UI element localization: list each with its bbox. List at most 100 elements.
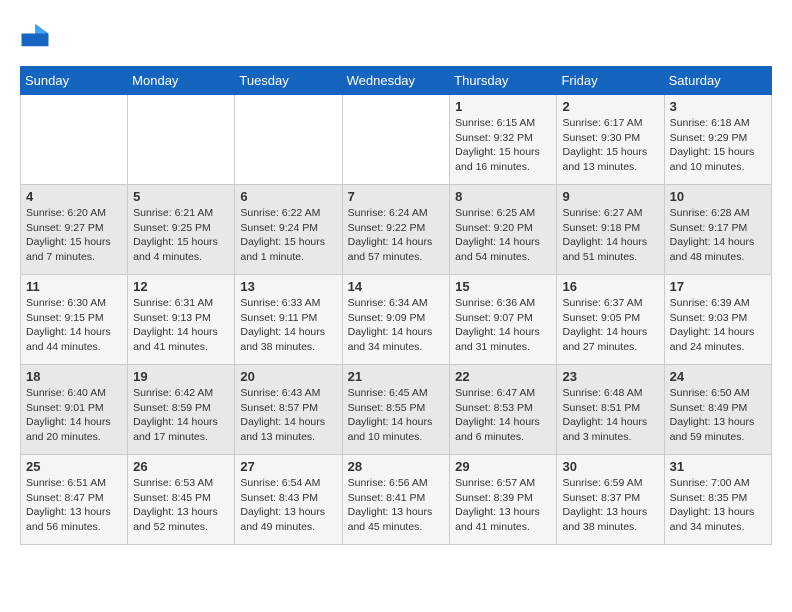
day-info: Sunrise: 6:18 AMSunset: 9:29 PMDaylight:… bbox=[670, 116, 766, 175]
day-of-week-header: Friday bbox=[557, 67, 664, 95]
day-of-week-header: Tuesday bbox=[235, 67, 342, 95]
day-info: Sunrise: 6:56 AMSunset: 8:41 PMDaylight:… bbox=[348, 476, 445, 535]
day-of-week-header: Monday bbox=[128, 67, 235, 95]
day-number: 22 bbox=[455, 369, 551, 384]
day-info: Sunrise: 6:27 AMSunset: 9:18 PMDaylight:… bbox=[562, 206, 658, 265]
day-number: 13 bbox=[240, 279, 336, 294]
day-number: 3 bbox=[670, 99, 766, 114]
day-info: Sunrise: 6:30 AMSunset: 9:15 PMDaylight:… bbox=[26, 296, 122, 355]
calendar-cell: 28 Sunrise: 6:56 AMSunset: 8:41 PMDayligh… bbox=[342, 455, 450, 545]
calendar-cell: 13 Sunrise: 6:33 AMSunset: 9:11 PMDayligh… bbox=[235, 275, 342, 365]
calendar-cell: 15 Sunrise: 6:36 AMSunset: 9:07 PMDayligh… bbox=[450, 275, 557, 365]
calendar-week-row: 25 Sunrise: 6:51 AMSunset: 8:47 PMDayligh… bbox=[21, 455, 772, 545]
calendar-cell: 6Sunrise: 6:22 AMSunset: 9:24 PMDaylight… bbox=[235, 185, 342, 275]
day-info: Sunrise: 6:47 AMSunset: 8:53 PMDaylight:… bbox=[455, 386, 551, 445]
calendar-cell: 24Sunrise: 6:50 AMSunset: 8:49 PMDayligh… bbox=[664, 365, 771, 455]
calendar-cell: 20 Sunrise: 6:43 AMSunset: 8:57 PMDayligh… bbox=[235, 365, 342, 455]
calendar-cell: 25 Sunrise: 6:51 AMSunset: 8:47 PMDayligh… bbox=[21, 455, 128, 545]
calendar-cell: 7 Sunrise: 6:24 AMSunset: 9:22 PMDaylight… bbox=[342, 185, 450, 275]
day-number: 4 bbox=[26, 189, 122, 204]
day-info: Sunrise: 6:37 AMSunset: 9:05 PMDaylight:… bbox=[562, 296, 658, 355]
day-number: 20 bbox=[240, 369, 336, 384]
calendar-cell: 22 Sunrise: 6:47 AMSunset: 8:53 PMDayligh… bbox=[450, 365, 557, 455]
day-number: 7 bbox=[348, 189, 445, 204]
calendar-cell: 23Sunrise: 6:48 AMSunset: 8:51 PMDayligh… bbox=[557, 365, 664, 455]
day-info: Sunrise: 6:15 AMSunset: 9:32 PMDaylight:… bbox=[455, 116, 551, 175]
day-number: 25 bbox=[26, 459, 122, 474]
calendar-cell: 1 Sunrise: 6:15 AMSunset: 9:32 PMDaylight… bbox=[450, 95, 557, 185]
calendar-cell: 17Sunrise: 6:39 AMSunset: 9:03 PMDayligh… bbox=[664, 275, 771, 365]
day-number: 24 bbox=[670, 369, 766, 384]
day-info: Sunrise: 6:54 AMSunset: 8:43 PMDaylight:… bbox=[240, 476, 336, 535]
calendar-cell: 2Sunrise: 6:17 AMSunset: 9:30 PMDaylight… bbox=[557, 95, 664, 185]
day-info: Sunrise: 6:20 AMSunset: 9:27 PMDaylight:… bbox=[26, 206, 122, 265]
calendar-cell: 8 Sunrise: 6:25 AMSunset: 9:20 PMDaylight… bbox=[450, 185, 557, 275]
day-number: 14 bbox=[348, 279, 445, 294]
day-number: 9 bbox=[562, 189, 658, 204]
day-of-week-header: Saturday bbox=[664, 67, 771, 95]
day-of-week-header: Thursday bbox=[450, 67, 557, 95]
day-info: Sunrise: 6:59 AMSunset: 8:37 PMDaylight:… bbox=[562, 476, 658, 535]
day-info: Sunrise: 6:51 AMSunset: 8:47 PMDaylight:… bbox=[26, 476, 122, 535]
calendar-cell: 30Sunrise: 6:59 AMSunset: 8:37 PMDayligh… bbox=[557, 455, 664, 545]
day-info: Sunrise: 6:45 AMSunset: 8:55 PMDaylight:… bbox=[348, 386, 445, 445]
day-info: Sunrise: 6:39 AMSunset: 9:03 PMDaylight:… bbox=[670, 296, 766, 355]
day-of-week-header: Wednesday bbox=[342, 67, 450, 95]
calendar-cell: 12 Sunrise: 6:31 AMSunset: 9:13 PMDayligh… bbox=[128, 275, 235, 365]
day-info: Sunrise: 6:25 AMSunset: 9:20 PMDaylight:… bbox=[455, 206, 551, 265]
day-info: Sunrise: 6:33 AMSunset: 9:11 PMDaylight:… bbox=[240, 296, 336, 355]
day-number: 26 bbox=[133, 459, 229, 474]
day-info: Sunrise: 6:57 AMSunset: 8:39 PMDaylight:… bbox=[455, 476, 551, 535]
day-number: 28 bbox=[348, 459, 445, 474]
calendar-cell: 26 Sunrise: 6:53 AMSunset: 8:45 PMDayligh… bbox=[128, 455, 235, 545]
calendar-cell bbox=[235, 95, 342, 185]
calendar-cell: 18 Sunrise: 6:40 AMSunset: 9:01 PMDayligh… bbox=[21, 365, 128, 455]
day-info: Sunrise: 6:21 AMSunset: 9:25 PMDaylight:… bbox=[133, 206, 229, 265]
day-number: 15 bbox=[455, 279, 551, 294]
calendar-cell bbox=[342, 95, 450, 185]
calendar-cell: 5Sunrise: 6:21 AMSunset: 9:25 PMDaylight… bbox=[128, 185, 235, 275]
calendar-cell: 11 Sunrise: 6:30 AMSunset: 9:15 PMDayligh… bbox=[21, 275, 128, 365]
day-info: Sunrise: 6:36 AMSunset: 9:07 PMDaylight:… bbox=[455, 296, 551, 355]
day-info: Sunrise: 6:22 AMSunset: 9:24 PMDaylight:… bbox=[240, 206, 336, 265]
day-info: Sunrise: 6:48 AMSunset: 8:51 PMDaylight:… bbox=[562, 386, 658, 445]
day-info: Sunrise: 6:34 AMSunset: 9:09 PMDaylight:… bbox=[348, 296, 445, 355]
day-info: Sunrise: 6:40 AMSunset: 9:01 PMDaylight:… bbox=[26, 386, 122, 445]
day-number: 8 bbox=[455, 189, 551, 204]
day-number: 10 bbox=[670, 189, 766, 204]
day-number: 11 bbox=[26, 279, 122, 294]
calendar-cell: 29 Sunrise: 6:57 AMSunset: 8:39 PMDayligh… bbox=[450, 455, 557, 545]
logo-icon bbox=[20, 20, 50, 50]
calendar-cell: 14 Sunrise: 6:34 AMSunset: 9:09 PMDayligh… bbox=[342, 275, 450, 365]
calendar-cell: 31Sunrise: 7:00 AMSunset: 8:35 PMDayligh… bbox=[664, 455, 771, 545]
day-info: Sunrise: 6:43 AMSunset: 8:57 PMDaylight:… bbox=[240, 386, 336, 445]
calendar-cell bbox=[128, 95, 235, 185]
calendar-cell: 19 Sunrise: 6:42 AMSunset: 8:59 PMDayligh… bbox=[128, 365, 235, 455]
calendar-cell: 10 Sunrise: 6:28 AMSunset: 9:17 PMDayligh… bbox=[664, 185, 771, 275]
day-number: 27 bbox=[240, 459, 336, 474]
calendar-cell bbox=[21, 95, 128, 185]
calendar-week-row: 4 Sunrise: 6:20 AMSunset: 9:27 PMDaylight… bbox=[21, 185, 772, 275]
day-number: 1 bbox=[455, 99, 551, 114]
day-number: 19 bbox=[133, 369, 229, 384]
day-info: Sunrise: 6:42 AMSunset: 8:59 PMDaylight:… bbox=[133, 386, 229, 445]
calendar-week-row: 1 Sunrise: 6:15 AMSunset: 9:32 PMDaylight… bbox=[21, 95, 772, 185]
day-info: Sunrise: 7:00 AMSunset: 8:35 PMDaylight:… bbox=[670, 476, 766, 535]
day-number: 21 bbox=[348, 369, 445, 384]
day-number: 29 bbox=[455, 459, 551, 474]
calendar-cell: 27 Sunrise: 6:54 AMSunset: 8:43 PMDayligh… bbox=[235, 455, 342, 545]
calendar-header-row: SundayMondayTuesdayWednesdayThursdayFrid… bbox=[21, 67, 772, 95]
day-info: Sunrise: 6:24 AMSunset: 9:22 PMDaylight:… bbox=[348, 206, 445, 265]
logo bbox=[20, 20, 54, 50]
day-info: Sunrise: 6:31 AMSunset: 9:13 PMDaylight:… bbox=[133, 296, 229, 355]
day-number: 12 bbox=[133, 279, 229, 294]
day-number: 16 bbox=[562, 279, 658, 294]
day-info: Sunrise: 6:28 AMSunset: 9:17 PMDaylight:… bbox=[670, 206, 766, 265]
day-info: Sunrise: 6:53 AMSunset: 8:45 PMDaylight:… bbox=[133, 476, 229, 535]
calendar-cell: 16 Sunrise: 6:37 AMSunset: 9:05 PMDayligh… bbox=[557, 275, 664, 365]
calendar-week-row: 11 Sunrise: 6:30 AMSunset: 9:15 PMDayligh… bbox=[21, 275, 772, 365]
day-of-week-header: Sunday bbox=[21, 67, 128, 95]
day-number: 18 bbox=[26, 369, 122, 384]
day-number: 2 bbox=[562, 99, 658, 114]
calendar-week-row: 18 Sunrise: 6:40 AMSunset: 9:01 PMDayligh… bbox=[21, 365, 772, 455]
